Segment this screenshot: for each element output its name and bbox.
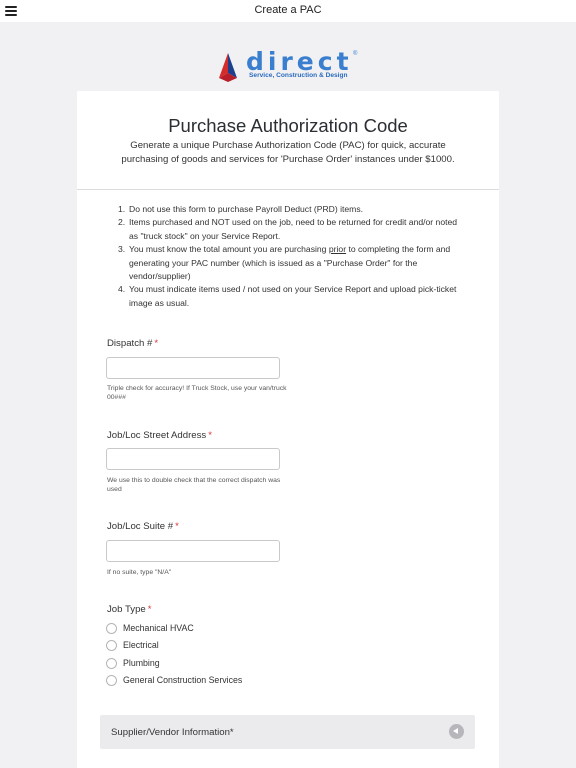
top-bar: Create a PAC — [0, 0, 576, 22]
form-subtitle: Generate a unique Purchase Authorization… — [121, 140, 455, 165]
instruction-item: 4. You must indicate items used / not use… — [118, 284, 457, 308]
page-title: Create a PAC — [254, 4, 322, 16]
dispatch-input[interactable] — [106, 357, 280, 379]
form-title: Purchase Authorization Code — [168, 115, 408, 136]
required-mark: * — [147, 604, 152, 615]
section-title: Supplier/Vendor Information* — [111, 727, 234, 738]
direct-logo-mark-icon — [219, 53, 237, 82]
required-mark: * — [208, 430, 212, 441]
address-helper-text: We use this to double check that the cor… — [107, 477, 281, 493]
instructions-list: 1. Do not use this form to purchase Payro… — [118, 203, 468, 310]
form-card: Purchase Authorization Code Generate a u… — [77, 91, 499, 768]
supplier-vendor-section-header[interactable]: Supplier/Vendor Information* — [100, 715, 475, 749]
instruction-item: 1. Do not use this form to purchase Payro… — [118, 204, 364, 214]
header-divider — [77, 189, 499, 190]
address-input[interactable] — [106, 448, 280, 470]
collapse-toggle-icon[interactable] — [449, 724, 464, 739]
job-type-label: Job Type * — [107, 604, 152, 615]
direct-logo: direct ® Service, Construction & Design — [218, 47, 363, 85]
instruction-item: 2. Items purchased and NOT used on the jo… — [118, 217, 458, 241]
dispatch-helper-text: Triple check for accuracy! If Truck Stoc… — [107, 385, 287, 401]
required-mark: * — [154, 338, 159, 349]
suite-input[interactable] — [106, 540, 280, 562]
required-mark: * — [175, 521, 179, 532]
suite-label: Job/Loc Suite # * — [107, 521, 179, 532]
radio-button[interactable] — [106, 675, 117, 686]
radio-button[interactable] — [106, 658, 117, 669]
instruction-item: 3. You must know the total amount you are… — [118, 244, 451, 282]
radio-button[interactable] — [106, 640, 117, 651]
radio-button[interactable] — [106, 623, 117, 634]
suite-helper-text: If no suite, type "N/A" — [107, 569, 172, 576]
logo-registered-mark: ® — [353, 51, 358, 57]
logo-tagline: Service, Construction & Design — [249, 72, 348, 79]
dispatch-label: Dispatch # * — [107, 338, 159, 349]
address-label: Job/Loc Street Address * — [107, 430, 212, 441]
